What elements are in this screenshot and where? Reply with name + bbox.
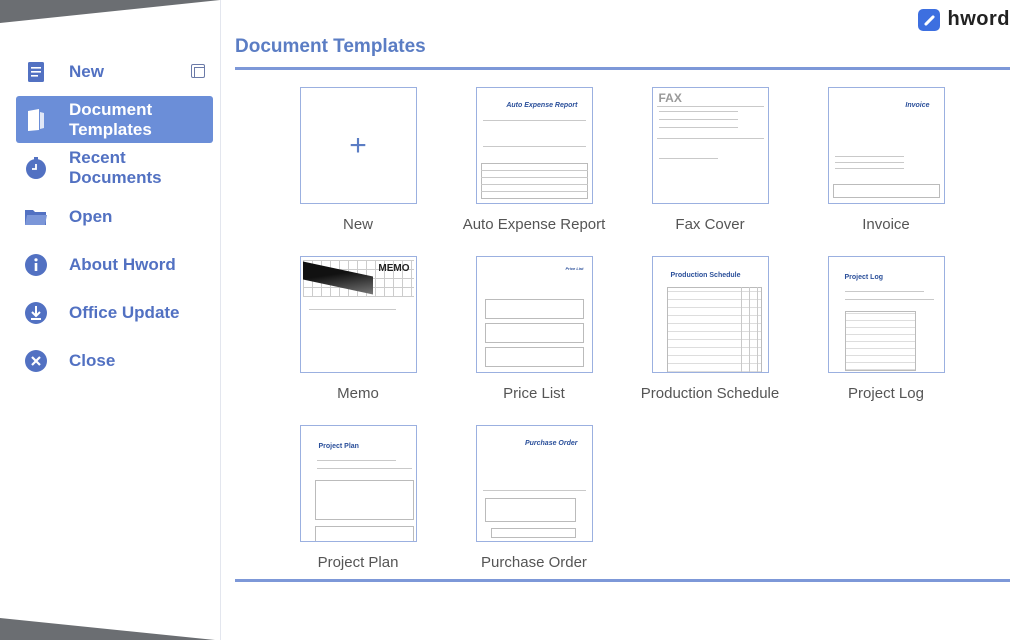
thumb-title: FAX (658, 91, 682, 105)
sidebar-item-document-templates[interactable]: Document Templates (16, 96, 213, 143)
template-thumbnail[interactable]: Auto Expense Report (475, 87, 593, 204)
sidebar-item-label: Recent Documents (69, 148, 162, 187)
template-label: New (342, 216, 373, 233)
template-tile-project-log[interactable]: Project Log Project Log (798, 256, 974, 402)
info-icon (24, 253, 48, 277)
template-label: Production Schedule (640, 385, 780, 402)
template-tile-price-list[interactable]: Price List Price List (446, 256, 622, 402)
template-label: Project Plan (317, 554, 399, 571)
new-document-icon (24, 60, 48, 84)
template-tile-production-schedule[interactable]: Production Schedule Production Schedule (622, 256, 798, 402)
sidebar-item-label: New (69, 62, 104, 81)
template-label: Price List (503, 385, 565, 402)
template-thumbnail[interactable]: Project Log (827, 256, 945, 373)
bottom-divider (235, 579, 1010, 582)
app-logo: hword (917, 8, 1011, 31)
hword-logo-icon (917, 8, 940, 31)
thumb-title: Purchase Order (524, 440, 578, 447)
template-label: Purchase Order (481, 554, 587, 571)
template-label: Fax Cover (675, 216, 745, 233)
template-thumbnail[interactable]: MEMO (299, 256, 417, 373)
sidebar-item-label: About Hword (69, 255, 176, 274)
thumb-title: Project Log (844, 274, 884, 281)
thumb-title: Invoice (905, 102, 930, 109)
app-window: hword New Document Templates Recent Docu… (0, 0, 1024, 640)
close-icon (24, 349, 48, 373)
thumb-title: MEMO (378, 263, 410, 274)
plus-icon: + (349, 128, 367, 162)
open-in-window-icon[interactable] (191, 64, 205, 78)
thumb-title: Auto Expense Report (506, 102, 578, 109)
template-label: Invoice (862, 216, 910, 233)
template-thumbnail[interactable]: FAX (651, 87, 769, 204)
thumb-title: Production Schedule (670, 272, 741, 279)
thumb-title: Project Plan (318, 443, 359, 450)
sidebar-item-about-hword[interactable]: About Hword (16, 253, 213, 277)
page-title: Document Templates (235, 36, 426, 57)
template-tile-purchase-order[interactable]: Purchase Order Purchase Order (446, 425, 622, 571)
sidebar-item-label: Office Update (69, 303, 180, 322)
sidebar-item-label: Open (69, 207, 113, 226)
top-divider (235, 67, 1010, 70)
thumb-title: Price List (565, 266, 584, 271)
sidebar-item-label: Document Templates (69, 99, 153, 139)
sidebar-item-close[interactable]: Close (16, 349, 213, 373)
template-thumbnail[interactable]: + (299, 87, 417, 204)
sidebar-item-recent-documents[interactable]: Recent Documents (16, 148, 213, 188)
recent-clock-icon (24, 156, 48, 180)
template-tile-project-plan[interactable]: Project Plan Project Plan (270, 425, 446, 571)
download-icon (24, 301, 48, 325)
template-thumbnail[interactable]: Price List (475, 256, 593, 373)
template-tile-memo[interactable]: MEMO Memo (270, 256, 446, 402)
folder-icon (24, 205, 48, 229)
template-label: Memo (337, 385, 379, 402)
template-thumbnail[interactable]: Invoice (827, 87, 945, 204)
template-tile-invoice[interactable]: Invoice Invoice (798, 87, 974, 233)
sidebar-item-new[interactable]: New (16, 60, 213, 84)
template-tile-fax-cover[interactable]: FAX Fax Cover (622, 87, 798, 233)
template-thumbnail[interactable]: Purchase Order (475, 425, 593, 542)
template-thumbnail[interactable]: Project Plan (299, 425, 417, 542)
template-label: Project Log (848, 385, 924, 402)
sidebar-item-office-update[interactable]: Office Update (16, 301, 213, 325)
sidebar: New Document Templates Recent Documents … (0, 0, 221, 640)
document-templates-icon (24, 108, 48, 132)
app-name: hword (947, 8, 1010, 30)
template-thumbnail[interactable]: Production Schedule (651, 256, 769, 373)
sidebar-item-open[interactable]: Open (16, 205, 213, 229)
template-tile-new[interactable]: + New (270, 87, 446, 233)
template-label: Auto Expense Report (462, 216, 606, 233)
template-tile-auto-expense-report[interactable]: Auto Expense Report Auto Expense Report (446, 87, 622, 233)
sidebar-item-label: Close (69, 351, 116, 370)
